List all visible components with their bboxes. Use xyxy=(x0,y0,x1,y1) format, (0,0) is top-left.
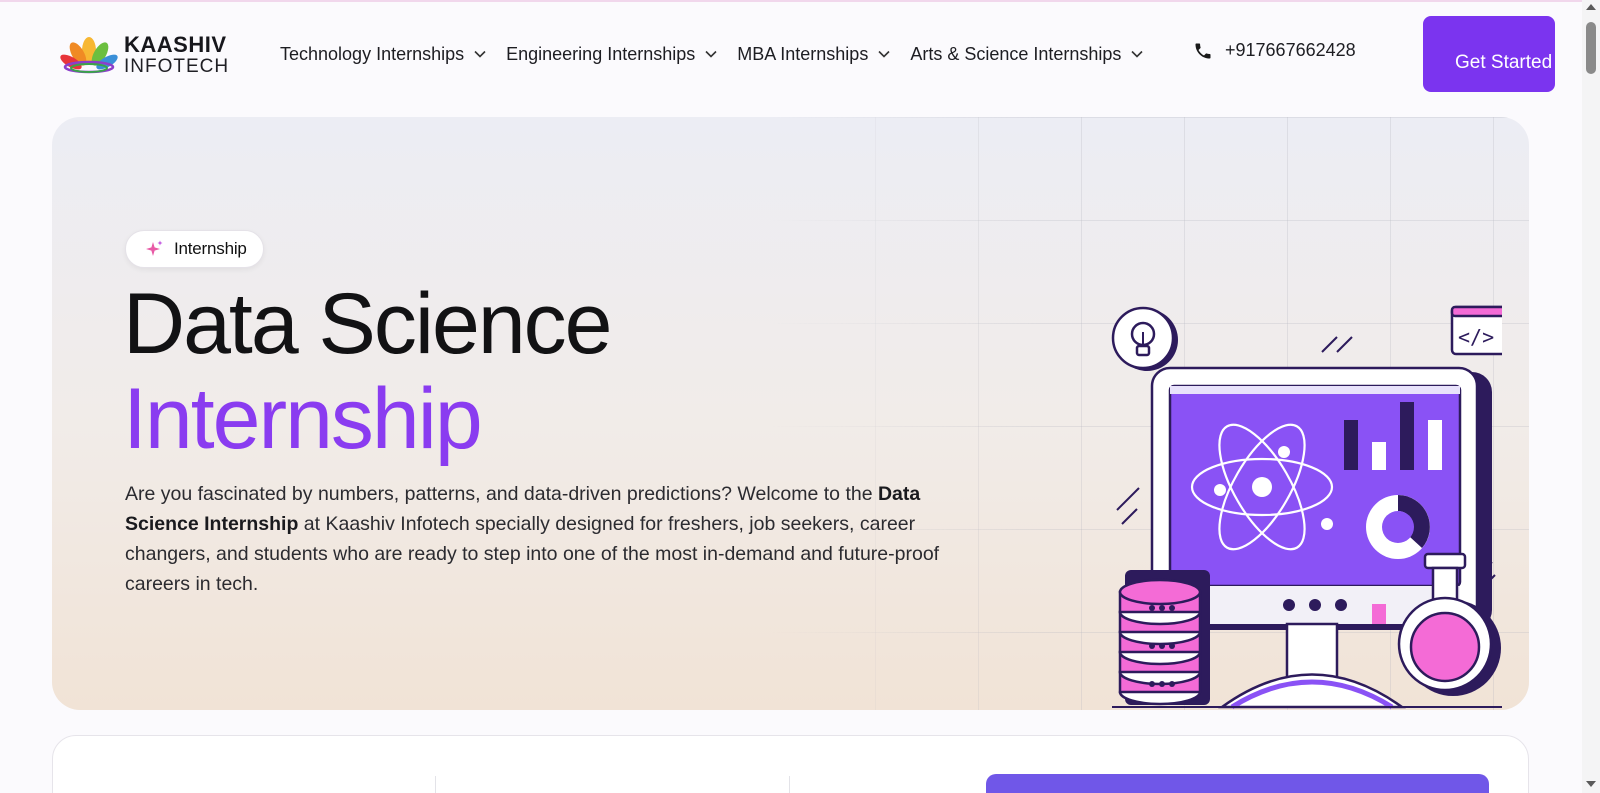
database-icon xyxy=(1118,570,1210,706)
lightbulb-icon xyxy=(1111,306,1178,371)
card-action-button[interactable] xyxy=(986,774,1489,793)
page-scrollbar[interactable] xyxy=(1582,0,1600,793)
get-started-button[interactable]: Get Started xyxy=(1423,16,1555,92)
phone-link[interactable]: +917667662428 xyxy=(1193,40,1356,61)
scroll-down-arrow-icon[interactable] xyxy=(1586,781,1596,787)
svg-text:</>: </> xyxy=(1458,325,1494,349)
scroll-up-arrow-icon[interactable] xyxy=(1586,4,1596,10)
chevron-down-icon xyxy=(1131,48,1143,60)
badge-label: Internship xyxy=(174,239,247,258)
main-nav: Technology Internships Engineering Inter… xyxy=(280,40,1163,68)
hero-title-line2: Internship xyxy=(123,371,483,467)
nav-label: Technology Internships xyxy=(280,43,465,64)
phone-icon xyxy=(1193,41,1213,61)
info-card xyxy=(52,735,1529,793)
category-badge: Internship xyxy=(125,230,264,268)
brand-line2: INFOTECH xyxy=(124,56,230,77)
nav-label: MBA Internships xyxy=(737,43,869,64)
brand-logo[interactable]: KAASHIV INFOTECH xyxy=(58,32,233,78)
hero-section: Internship Data Science Internship Are y… xyxy=(52,117,1529,710)
chevron-down-icon xyxy=(878,48,890,60)
hero-title-line1: Data Science xyxy=(123,276,613,372)
logo-flower-icon xyxy=(58,35,120,75)
brand-wordmark: KAASHIV INFOTECH xyxy=(124,32,230,77)
hero-description: Are you fascinated by numbers, patterns,… xyxy=(125,479,975,599)
sparkle-icon xyxy=(144,239,164,259)
chevron-down-icon xyxy=(474,48,486,60)
nav-technology-internships[interactable]: Technology Internships xyxy=(280,40,506,68)
card-divider xyxy=(435,776,436,793)
nav-engineering-internships[interactable]: Engineering Internships xyxy=(506,40,737,68)
nav-label: Arts & Science Internships xyxy=(910,43,1122,64)
data-science-illustration: </> xyxy=(1082,302,1512,710)
site-header: KAASHIV INFOTECH Technology Internships … xyxy=(0,2,1582,106)
nav-label: Engineering Internships xyxy=(506,43,696,64)
desc-text-start: Are you fascinated by numbers, patterns,… xyxy=(125,483,878,505)
nav-arts-science-internships[interactable]: Arts & Science Internships xyxy=(910,40,1163,68)
scroll-thumb[interactable] xyxy=(1586,22,1596,74)
phone-number: +917667662428 xyxy=(1225,40,1356,60)
nav-mba-internships[interactable]: MBA Internships xyxy=(737,40,910,68)
card-divider xyxy=(789,776,790,793)
brand-line1: KAASHIV xyxy=(124,32,227,57)
chevron-down-icon xyxy=(705,48,717,60)
code-window-icon: </> xyxy=(1450,305,1508,356)
